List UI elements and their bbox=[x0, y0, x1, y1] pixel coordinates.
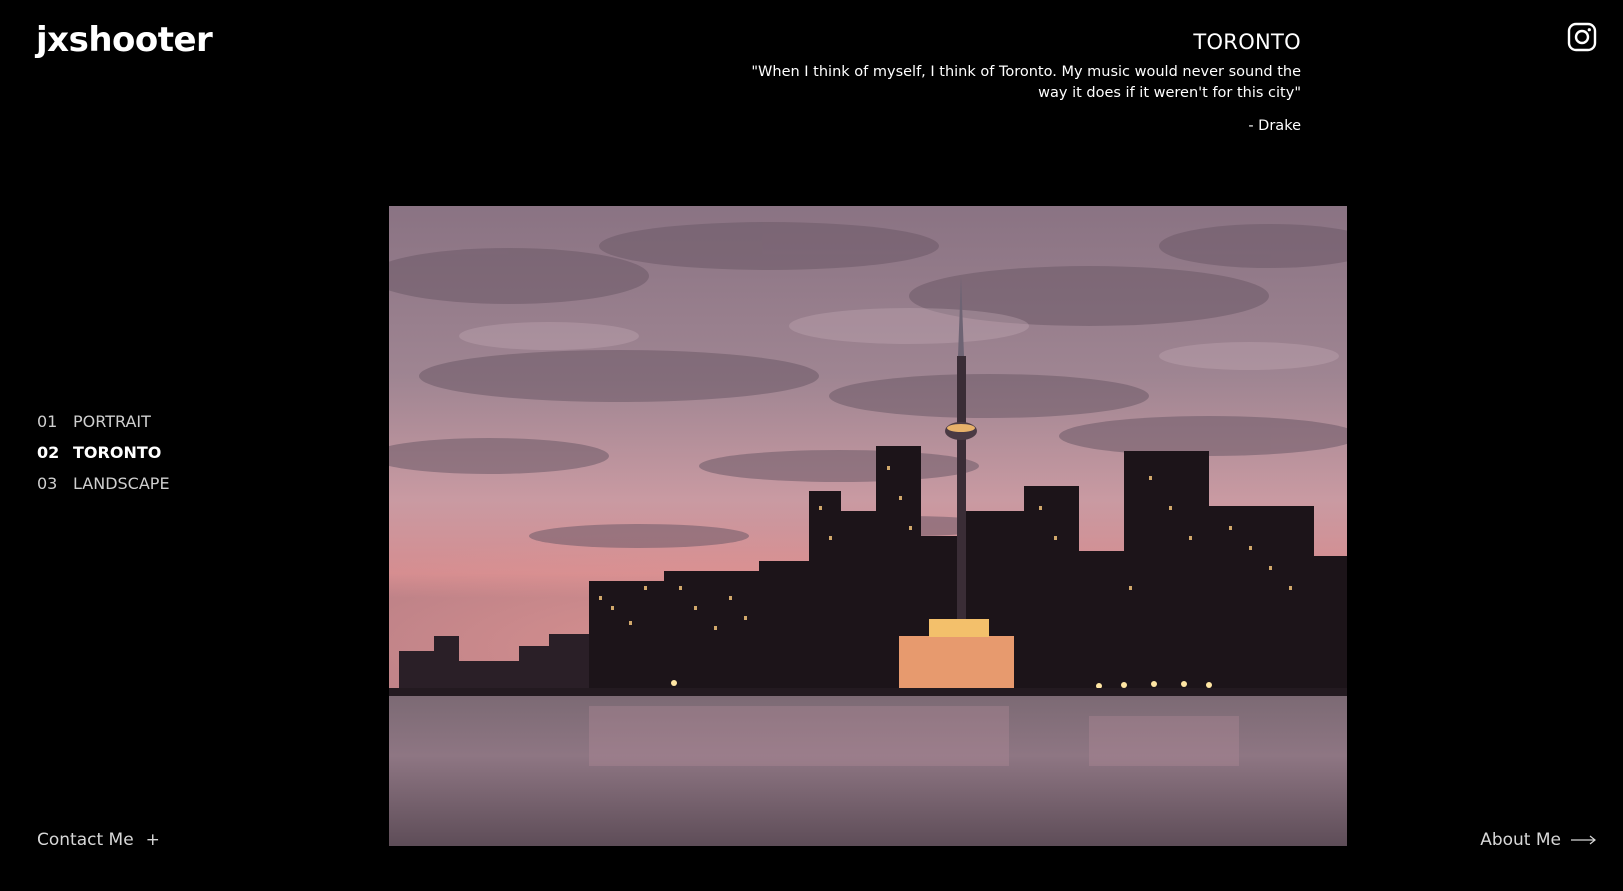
site-logo[interactable]: jxshooter bbox=[36, 20, 213, 60]
nav-item-label: LANDSCAPE bbox=[73, 474, 170, 493]
nav-item-portrait[interactable]: 01 PORTRAIT bbox=[37, 406, 170, 437]
nav-item-label: TORONTO bbox=[73, 443, 162, 462]
arrow-right-icon bbox=[1571, 830, 1597, 850]
gallery-title: TORONTO bbox=[1193, 30, 1301, 54]
nav-item-number: 01 bbox=[37, 412, 58, 431]
about-me-label: About Me bbox=[1480, 830, 1561, 850]
nav-item-toronto[interactable]: 02 TORONTO bbox=[37, 437, 170, 468]
nav-item-landscape[interactable]: 03 LANDSCAPE bbox=[37, 468, 170, 499]
page: jxshooter TORONTO "When I think of mysel… bbox=[0, 0, 1623, 891]
gallery-quote: "When I think of myself, I think of Toro… bbox=[751, 64, 1301, 101]
toronto-skyline-photo[interactable] bbox=[389, 206, 1347, 846]
about-me-button[interactable]: About Me bbox=[1480, 830, 1597, 850]
contact-me-label: Contact Me bbox=[37, 830, 134, 850]
gallery-nav: 01 PORTRAIT 02 TORONTO 03 LANDSCAPE bbox=[37, 406, 170, 499]
nav-item-number: 02 bbox=[37, 443, 60, 462]
nav-item-label: PORTRAIT bbox=[73, 412, 151, 431]
gallery-heading: TORONTO "When I think of myself, I think… bbox=[741, 30, 1301, 134]
contact-me-button[interactable]: Contact Me + bbox=[37, 830, 160, 850]
plus-icon: + bbox=[145, 830, 160, 850]
nav-item-number: 03 bbox=[37, 474, 58, 493]
quote-author: - Drake bbox=[1248, 118, 1301, 134]
instagram-icon[interactable] bbox=[1567, 22, 1597, 52]
